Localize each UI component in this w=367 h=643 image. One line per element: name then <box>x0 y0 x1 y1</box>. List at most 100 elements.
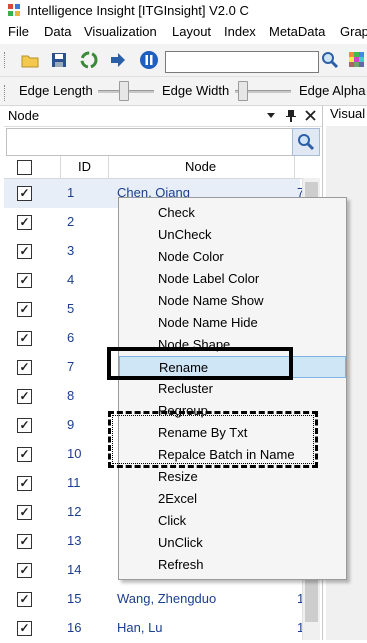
context-menu-item-unclick[interactable]: UnClick <box>119 532 346 554</box>
row-checkbox[interactable]: ✓ <box>17 563 32 578</box>
row-id: 3 <box>67 243 75 258</box>
slider-toolbar-grip[interactable] <box>4 85 7 101</box>
column-header-id[interactable]: ID <box>78 159 91 174</box>
row-checkbox[interactable]: ✓ <box>17 302 32 317</box>
column-separator <box>60 156 61 178</box>
row-id: 16 <box>67 620 82 635</box>
row-id: 6 <box>67 330 75 345</box>
save-icon[interactable] <box>49 50 69 70</box>
context-menu-item-label: Node Name Show <box>158 293 264 308</box>
context-menu-item-uncheck[interactable]: UnCheck <box>119 224 346 246</box>
row-checkbox[interactable]: ✓ <box>17 273 32 288</box>
menu-metadata[interactable]: MetaData <box>269 24 325 39</box>
context-menu-item-label: Refresh <box>158 557 204 572</box>
row-checkbox[interactable]: ✓ <box>17 447 32 462</box>
context-menu-item-click[interactable]: Click <box>119 510 346 532</box>
row-checkbox[interactable]: ✓ <box>17 360 32 375</box>
row-id: 15 <box>67 591 82 606</box>
app-logo-icon <box>8 4 20 16</box>
pin-icon[interactable] <box>285 109 297 123</box>
panel-header: Node <box>4 106 322 127</box>
edge-length-label: Edge Length <box>19 83 93 98</box>
row-id: 10 <box>67 446 82 461</box>
row-checkbox[interactable]: ✓ <box>17 389 32 404</box>
dropdown-arrow-icon[interactable] <box>266 112 276 120</box>
node-filter-input[interactable] <box>6 128 294 156</box>
close-icon[interactable] <box>305 110 316 121</box>
row-checkbox[interactable]: ✓ <box>17 186 32 201</box>
context-menu-item-label: Check <box>158 205 195 220</box>
menu-data[interactable]: Data <box>44 24 71 39</box>
open-folder-icon[interactable] <box>20 50 40 70</box>
context-menu-item-node-name-show[interactable]: Node Name Show <box>119 290 346 312</box>
row-id: 7 <box>67 359 75 374</box>
menu-graph[interactable]: Grap <box>340 24 367 39</box>
palette-icon[interactable] <box>347 50 367 70</box>
context-menu-item-label: Resize <box>158 469 198 484</box>
row-id: 5 <box>67 301 75 316</box>
row-id: 1 <box>67 185 75 200</box>
table-row[interactable]: ✓ 16 Han, Lu 1 <box>4 614 304 643</box>
import-arrow-icon[interactable] <box>108 50 128 70</box>
menu-bar: File Data Visualization Layout Index Met… <box>0 22 367 42</box>
row-checkbox[interactable]: ✓ <box>17 244 32 259</box>
row-id: 14 <box>67 562 82 577</box>
column-header-node[interactable]: Node <box>185 159 216 174</box>
grid-header: ID Node <box>4 156 320 179</box>
row-checkbox[interactable]: ✓ <box>17 331 32 346</box>
slider-toolbar: Edge Length Edge Width Edge Alpha <box>0 77 367 106</box>
menu-file[interactable]: File <box>8 24 29 39</box>
tab-visual[interactable]: Visual <box>330 106 367 126</box>
context-menu-item-label: UnCheck <box>158 227 212 242</box>
pause-icon[interactable] <box>139 50 159 70</box>
row-id: 9 <box>67 417 75 432</box>
context-menu-item-recluster[interactable]: Recluster <box>119 378 346 400</box>
row-checkbox[interactable]: ✓ <box>17 418 32 433</box>
row-id: 11 <box>67 475 81 490</box>
context-menu-item-node-color[interactable]: Node Color <box>119 246 346 268</box>
annotation-box-solid <box>107 347 293 380</box>
context-menu-item-node-name-hide[interactable]: Node Name Hide <box>119 312 346 334</box>
context-menu-item-label: Click <box>158 513 187 528</box>
edge-alpha-label: Edge Alpha <box>299 83 366 98</box>
menu-visualization[interactable]: Visualization <box>84 24 157 39</box>
row-node-name: Wang, Zhengduo <box>117 591 217 606</box>
annotation-box-dotted <box>112 415 314 464</box>
row-checkbox[interactable]: ✓ <box>17 505 32 520</box>
row-checkbox[interactable]: ✓ <box>17 215 32 230</box>
context-menu-item-2excel[interactable]: 2Excel <box>119 488 346 510</box>
recycle-icon[interactable] <box>79 50 99 70</box>
toolbar-search-input[interactable] <box>165 51 319 73</box>
edge-width-slider[interactable] <box>238 81 248 101</box>
context-menu-item-check[interactable]: Check <box>119 202 346 224</box>
toolbar-grip[interactable] <box>4 52 7 68</box>
edge-length-slider[interactable] <box>119 81 129 101</box>
menu-layout[interactable]: Layout <box>172 24 211 39</box>
table-row[interactable]: ✓ 15 Wang, Zhengduo 1 <box>4 585 304 614</box>
context-menu-item-label: Node Color <box>158 249 224 264</box>
column-separator <box>294 156 295 178</box>
toolbar <box>0 44 367 77</box>
select-all-checkbox[interactable] <box>17 160 32 175</box>
search-icon <box>298 134 315 151</box>
search-icon[interactable] <box>320 50 340 70</box>
context-menu-item-label: 2Excel <box>158 491 198 506</box>
context-menu-item-label: Node Label Color <box>158 271 260 286</box>
edge-width-label: Edge Width <box>162 83 230 98</box>
row-checkbox[interactable]: ✓ <box>17 534 32 549</box>
row-checkbox[interactable]: ✓ <box>17 476 32 491</box>
menu-index[interactable]: Index <box>224 24 256 39</box>
context-menu-item-refresh[interactable]: Refresh <box>119 554 346 576</box>
context-menu-item-node-label-color[interactable]: Node Label Color <box>119 268 346 290</box>
title-bar: Intelligence Insight [ITGInsight] V2.0 C <box>0 0 367 22</box>
context-menu-item-resize[interactable]: Resize <box>119 466 346 488</box>
row-checkbox[interactable]: ✓ <box>17 621 32 636</box>
filter-search-button[interactable] <box>292 128 320 156</box>
window-title: Intelligence Insight [ITGInsight] V2.0 C <box>27 3 249 18</box>
row-checkbox[interactable]: ✓ <box>17 592 32 607</box>
context-menu-item-label: Node Name Hide <box>158 315 258 330</box>
row-id: 13 <box>67 533 82 548</box>
column-separator <box>108 156 109 178</box>
context-menu-item-label: Recluster <box>158 381 213 396</box>
context-menu: Check UnCheck Node Color Node Label Color No… <box>118 197 347 580</box>
